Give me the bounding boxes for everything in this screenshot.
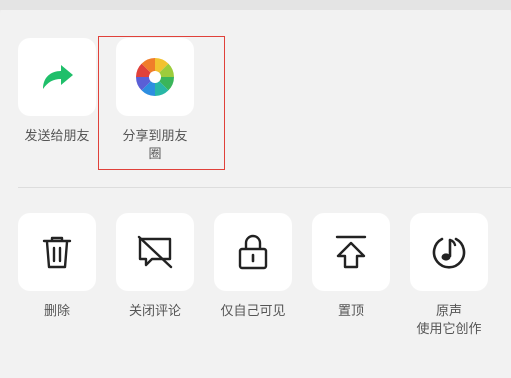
- music-note-icon: [432, 237, 466, 269]
- pin-top-button[interactable]: 置顶: [306, 213, 396, 323]
- trash-icon: [42, 236, 72, 269]
- action-sheet: 发送给朋友 分享到朋友 圈 删除 关闭评论 仅自己可见 置顶 原声 使用它创作: [0, 0, 511, 378]
- share-to-moments-tile: [116, 38, 194, 116]
- close-comments-button[interactable]: 关闭评论: [110, 213, 200, 323]
- only-me-visible-button[interactable]: 仅自己可见: [208, 213, 298, 323]
- moments-aperture-icon: [136, 58, 174, 96]
- delete-label: 删除: [43, 304, 70, 319]
- pin-top-tile: [312, 213, 390, 291]
- delete-tile: [18, 213, 96, 291]
- lock-icon: [238, 234, 268, 270]
- close-comments-label: 关闭评论: [128, 304, 181, 319]
- send-to-friend-button[interactable]: 发送给朋友: [12, 38, 102, 158]
- sheet-top-edge: [0, 0, 511, 10]
- share-arrow-icon: [43, 65, 73, 89]
- only-me-visible-tile: [214, 213, 292, 291]
- original-sound-button[interactable]: 原声 使用它创作: [404, 213, 494, 343]
- original-sound-tile: [410, 213, 488, 291]
- comment-off-icon: [137, 235, 173, 269]
- original-sound-label: 原声 使用它创作: [416, 304, 482, 337]
- row-divider: [18, 187, 511, 188]
- only-me-visible-label: 仅自己可见: [220, 304, 286, 319]
- share-to-moments-label: 分享到朋友 圈: [122, 129, 188, 162]
- pin-top-icon: [335, 235, 367, 269]
- delete-button[interactable]: 删除: [12, 213, 102, 323]
- close-comments-tile: [116, 213, 194, 291]
- pin-top-label: 置顶: [337, 304, 364, 319]
- share-to-moments-button[interactable]: 分享到朋友 圈: [110, 38, 200, 166]
- send-to-friend-tile: [18, 38, 96, 116]
- send-to-friend-label: 发送给朋友: [24, 129, 90, 144]
